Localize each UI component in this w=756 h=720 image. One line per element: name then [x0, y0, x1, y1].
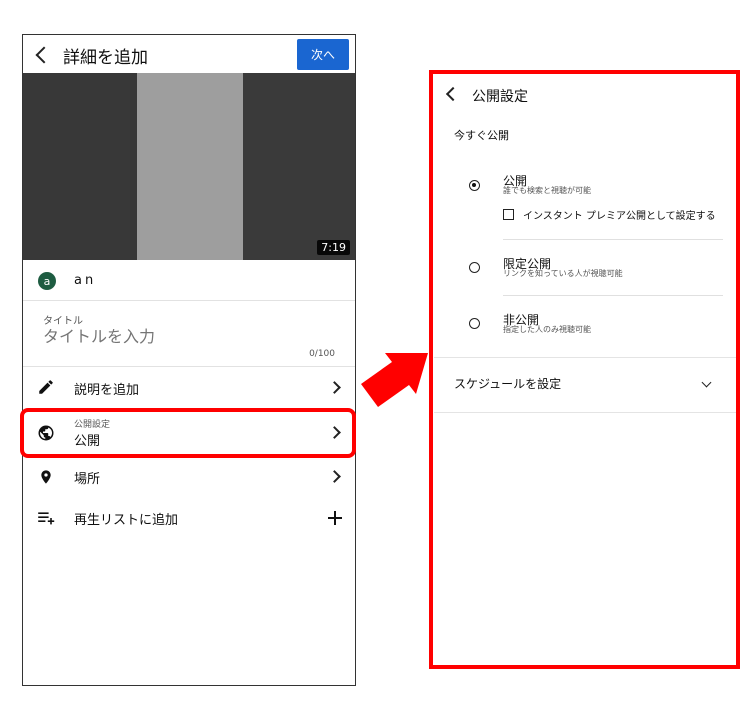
avatar: a [38, 272, 56, 290]
thumbnail-left-panel [23, 73, 137, 260]
channel-name: an [74, 273, 97, 288]
premiere-checkbox[interactable] [503, 209, 514, 220]
playlist-add-icon [38, 512, 55, 525]
add-to-playlist-label: 再生リストに追加 [74, 513, 179, 528]
thumbnail-center-stripe [137, 73, 243, 260]
add-details-screen: 詳細を追加 次へ 7:19 a an タイトル 0/100 説明を追加 公開設定… [22, 34, 356, 686]
divider [434, 357, 736, 358]
location-label: 場所 [74, 472, 101, 487]
visibility-highlight [20, 408, 356, 458]
arrow-icon [361, 353, 428, 407]
thumbnail-right-panel [243, 73, 355, 260]
premiere-checkbox-label: インスタント プレミア公開として設定する [523, 211, 716, 222]
details-header: 詳細を追加 次へ [23, 35, 355, 73]
divider [434, 412, 736, 413]
schedule-label: スケジュールを設定 [454, 377, 562, 391]
location-pin-icon [41, 470, 51, 484]
radio-private[interactable] [469, 318, 480, 329]
chevron-right-icon [328, 470, 341, 483]
title-input[interactable] [43, 327, 323, 346]
option-private-desc: 指定した人のみ視聴可能 [503, 325, 591, 334]
video-thumbnail[interactable]: 7:19 [23, 73, 355, 260]
next-button[interactable]: 次へ [297, 39, 349, 70]
title-field-label: タイトル [43, 316, 83, 327]
add-to-playlist-row[interactable]: 再生リストに追加 [23, 499, 355, 537]
add-description-label: 説明を追加 [74, 383, 140, 398]
add-description-row[interactable]: 説明を追加 [23, 367, 355, 407]
option-unlisted-desc: リンクを知っている人が視聴可能 [503, 269, 623, 278]
option-public-desc: 誰でも検索と視聴が可能 [503, 186, 591, 195]
visibility-settings-title: 公開設定 [472, 89, 528, 105]
pencil-icon [39, 380, 53, 394]
back-icon[interactable] [35, 46, 53, 64]
plus-icon[interactable] [328, 511, 342, 525]
radio-unlisted[interactable] [469, 262, 480, 273]
divider [23, 300, 355, 301]
divider [503, 239, 723, 240]
divider [503, 295, 723, 296]
option-public[interactable] [460, 168, 730, 198]
chevron-right-icon [328, 381, 341, 394]
video-duration: 7:19 [317, 240, 350, 255]
title-char-count: 0/100 [309, 349, 335, 359]
location-row[interactable]: 場所 [23, 459, 355, 495]
page-title: 詳細を追加 [63, 48, 148, 68]
radio-public[interactable] [469, 180, 480, 191]
publish-now-heading: 今すぐ公開 [454, 129, 509, 142]
option-private[interactable] [460, 310, 730, 340]
